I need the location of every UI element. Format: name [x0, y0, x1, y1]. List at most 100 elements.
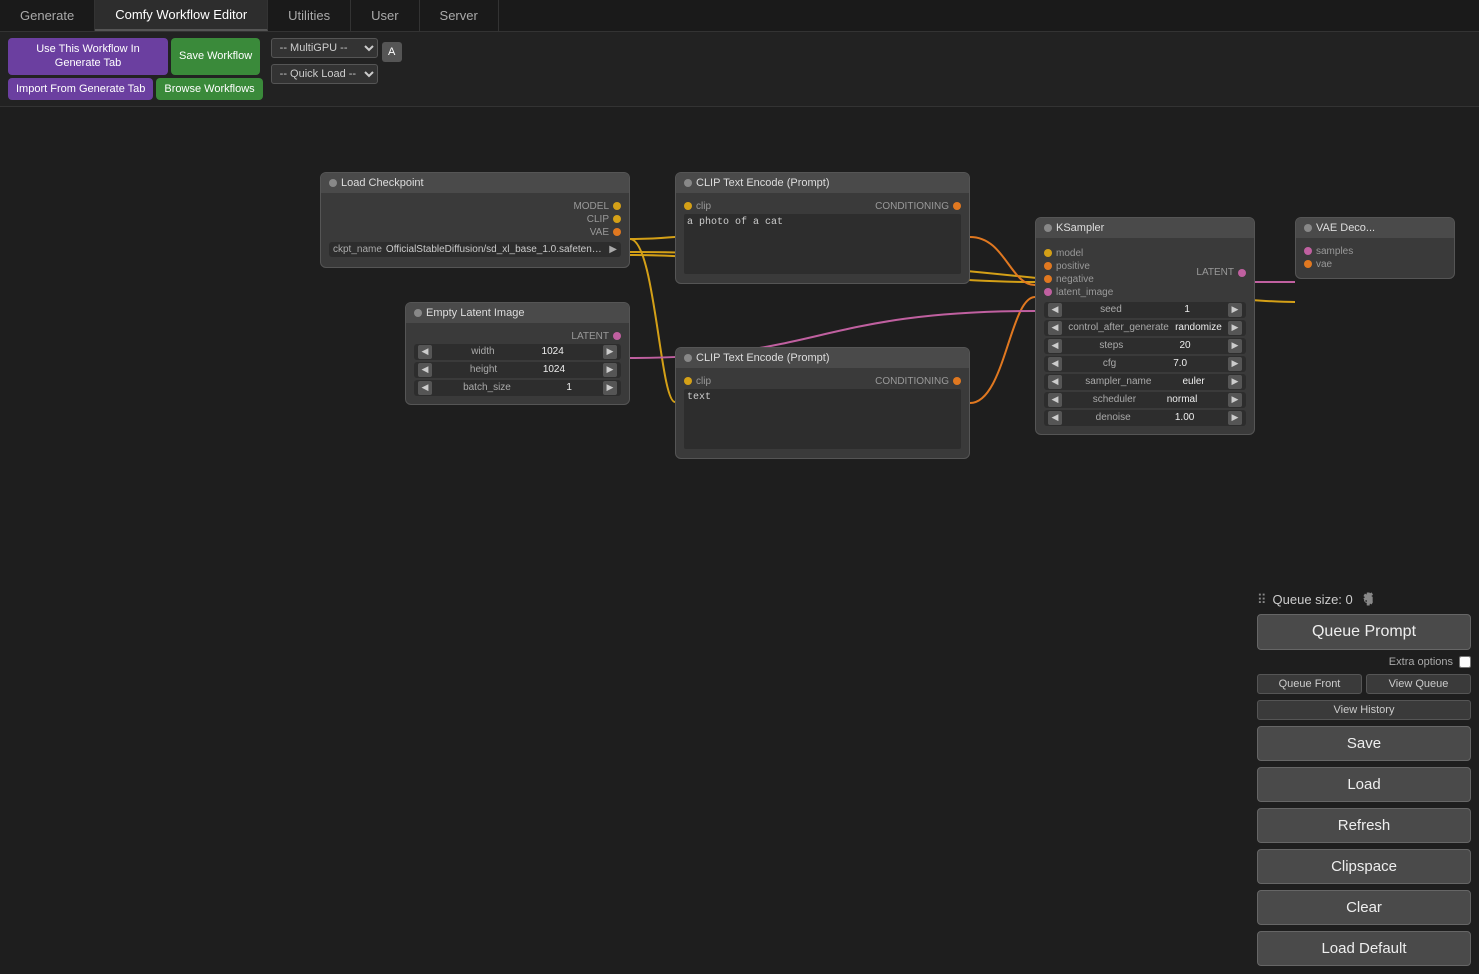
tab-user[interactable]: User [351, 0, 419, 31]
clip2-input-connector [684, 377, 692, 385]
denoise-decrement[interactable]: ◀ [1048, 411, 1062, 425]
denoise-row[interactable]: ◀ denoise 1.00 ▶ [1044, 410, 1246, 426]
sampler-value: euler [1175, 376, 1205, 387]
save-workflow-button[interactable]: Save Workflow [171, 38, 260, 75]
cfg-value: 7.0 [1157, 358, 1187, 369]
right-panel: ⠿ Queue size: 0 Queue Prompt Extra optio… [1249, 584, 1479, 974]
import-from-generate-button[interactable]: Import From Generate Tab [8, 78, 153, 100]
control-decrement[interactable]: ◀ [1048, 321, 1062, 335]
ckpt-btn[interactable]: ▶ [609, 244, 617, 255]
a-badge[interactable]: A [382, 42, 402, 62]
ckpt-name-row[interactable]: ckpt_name OfficialStableDiffusion/sd_xl_… [329, 242, 621, 257]
view-history-button[interactable]: View History [1257, 700, 1471, 720]
steps-decrement[interactable]: ◀ [1048, 339, 1062, 353]
sampler-increment[interactable]: ▶ [1228, 375, 1242, 389]
batch-increment[interactable]: ▶ [603, 381, 617, 395]
scheduler-label: scheduler [1093, 394, 1136, 405]
batch-decrement[interactable]: ◀ [418, 381, 432, 395]
node-status-dot [1044, 224, 1052, 232]
batch-size-row[interactable]: ◀ batch_size 1 ▶ [414, 380, 621, 396]
toolbar: Use This Workflow In Generate Tab Save W… [0, 32, 1479, 107]
clear-button[interactable]: Clear [1257, 890, 1471, 925]
width-decrement[interactable]: ◀ [418, 345, 432, 359]
load-button[interactable]: Load [1257, 767, 1471, 802]
width-increment[interactable]: ▶ [603, 345, 617, 359]
denoise-increment[interactable]: ▶ [1228, 411, 1242, 425]
gear-icon[interactable] [1359, 592, 1375, 608]
node-title: CLIP Text Encode (Prompt) [696, 352, 830, 364]
cfg-row[interactable]: ◀ cfg 7.0 ▶ [1044, 356, 1246, 372]
refresh-button[interactable]: Refresh [1257, 808, 1471, 843]
tab-comfy-workflow-editor[interactable]: Comfy Workflow Editor [95, 0, 268, 31]
height-value: 1024 [535, 364, 565, 375]
clipspace-button[interactable]: Clipspace [1257, 849, 1471, 884]
node-status-dot [414, 309, 422, 317]
control-row[interactable]: ◀ control_after_generate randomize ▶ [1044, 320, 1246, 336]
node-title: Empty Latent Image [426, 307, 524, 319]
sampler-decrement[interactable]: ◀ [1048, 375, 1062, 389]
queue-dots-icon: ⠿ [1257, 592, 1267, 608]
control-increment[interactable]: ▶ [1228, 321, 1242, 335]
node-body: clip CONDITIONING text [676, 368, 969, 458]
height-row[interactable]: ◀ height 1024 ▶ [414, 362, 621, 378]
width-row[interactable]: ◀ width 1024 ▶ [414, 344, 621, 360]
scheduler-row[interactable]: ◀ scheduler normal ▶ [1044, 392, 1246, 408]
queue-prompt-button[interactable]: Queue Prompt [1257, 614, 1471, 650]
clip-output-connector [613, 215, 621, 223]
queue-actions-row: Queue Front View Queue [1257, 674, 1471, 694]
sampler-label: sampler_name [1085, 376, 1151, 387]
height-increment[interactable]: ▶ [603, 363, 617, 377]
seed-row[interactable]: ◀ seed 1 ▶ [1044, 302, 1246, 318]
scheduler-decrement[interactable]: ◀ [1048, 393, 1062, 407]
clip1-text-input[interactable]: a photo of a cat [684, 214, 961, 274]
node-title: VAE Deco... [1316, 222, 1375, 234]
tab-server[interactable]: Server [420, 0, 499, 31]
sampler-row[interactable]: ◀ sampler_name euler ▶ [1044, 374, 1246, 390]
multigpu-select[interactable]: -- MultiGPU -- [271, 38, 378, 58]
load-default-button[interactable]: Load Default [1257, 931, 1471, 966]
seed-increment[interactable]: ▶ [1228, 303, 1242, 317]
tab-generate[interactable]: Generate [0, 0, 95, 31]
view-queue-button[interactable]: View Queue [1366, 674, 1471, 694]
denoise-value: 1.00 [1164, 412, 1194, 423]
clip2-text-input[interactable]: text [684, 389, 961, 449]
node-body: MODEL CLIP VAE ckpt_name O [321, 193, 629, 267]
height-decrement[interactable]: ◀ [418, 363, 432, 377]
node-load-checkpoint: Load Checkpoint MODEL CLIP VAE [320, 172, 630, 268]
clip1-output-connector [953, 202, 961, 210]
node-load-checkpoint-header: Load Checkpoint [321, 173, 629, 193]
use-workflow-button[interactable]: Use This Workflow In Generate Tab [8, 38, 168, 75]
extra-options-checkbox[interactable] [1459, 656, 1471, 668]
control-label: control_after_generate [1068, 322, 1169, 333]
quick-load-select[interactable]: -- Quick Load -- [271, 64, 378, 84]
browse-workflows-button[interactable]: Browse Workflows [156, 78, 262, 100]
latent-output-row: LATENT [414, 331, 621, 342]
save-button[interactable]: Save [1257, 726, 1471, 761]
seed-decrement[interactable]: ◀ [1048, 303, 1062, 317]
samples-input-connector [1304, 247, 1312, 255]
node-clip1: CLIP Text Encode (Prompt) clip CONDITION… [675, 172, 970, 284]
latent-input-connector [1044, 288, 1052, 296]
seed-label: seed [1100, 304, 1122, 315]
model-output-row: MODEL [329, 201, 621, 212]
ckpt-value: OfficialStableDiffusion/sd_xl_base_1.0.s… [386, 244, 605, 255]
vae-output-connector [613, 228, 621, 236]
node-vae-header: VAE Deco... [1296, 218, 1454, 238]
node-title: KSampler [1056, 222, 1104, 234]
queue-front-button[interactable]: Queue Front [1257, 674, 1362, 694]
node-status-dot [684, 179, 692, 187]
model-output-connector [613, 202, 621, 210]
steps-increment[interactable]: ▶ [1228, 339, 1242, 353]
tab-utilities[interactable]: Utilities [268, 0, 351, 31]
clip2-ports-row: clip CONDITIONING [684, 376, 961, 387]
scheduler-increment[interactable]: ▶ [1228, 393, 1242, 407]
width-value: 1024 [534, 346, 564, 357]
steps-label: steps [1099, 340, 1123, 351]
cfg-decrement[interactable]: ◀ [1048, 357, 1062, 371]
clip2-output-connector [953, 377, 961, 385]
node-title: CLIP Text Encode (Prompt) [696, 177, 830, 189]
cfg-increment[interactable]: ▶ [1228, 357, 1242, 371]
denoise-label: denoise [1096, 412, 1131, 423]
clip1-input-connector [684, 202, 692, 210]
steps-row[interactable]: ◀ steps 20 ▶ [1044, 338, 1246, 354]
